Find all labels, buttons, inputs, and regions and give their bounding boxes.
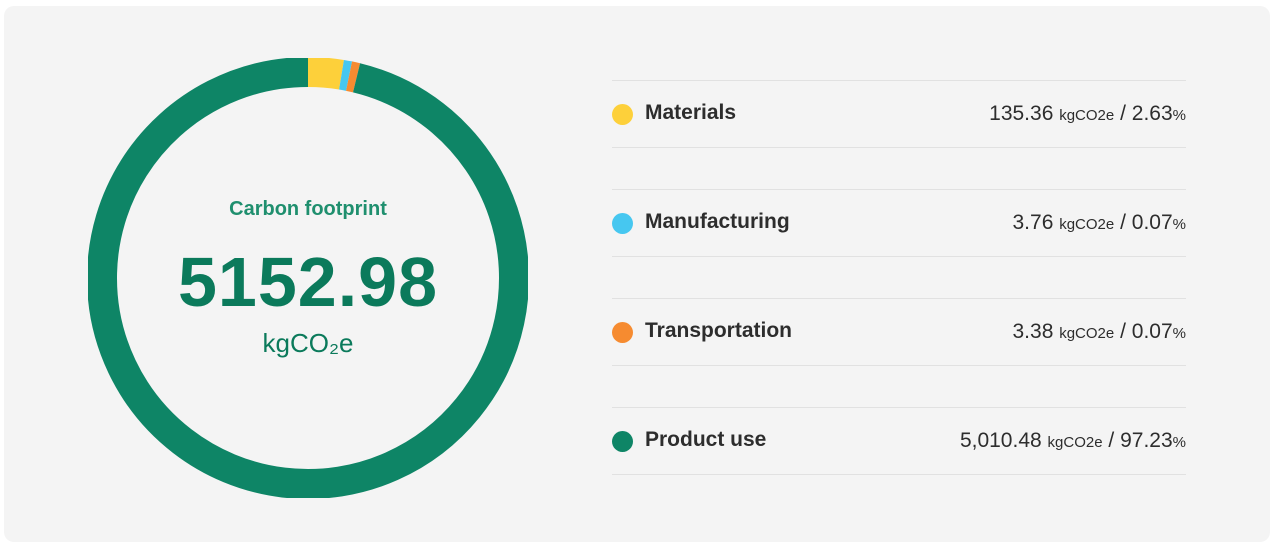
unit: kgCO2e: [1047, 434, 1103, 451]
percent-sign: %: [1172, 216, 1186, 233]
percent-sign: %: [1172, 107, 1186, 124]
donut-slice-manufacturing: [338, 59, 353, 91]
separator: /: [1120, 211, 1126, 234]
donut-slice-materials: [307, 58, 344, 90]
amount: 3.76: [1012, 211, 1054, 234]
amount: 5,010.48: [959, 429, 1042, 452]
amount: 3.38: [1012, 320, 1054, 343]
legend-label: Transportation: [645, 319, 793, 342]
legend-label: Manufacturing: [645, 210, 790, 233]
transportation-color-dot: [612, 322, 633, 343]
percent: 2.63: [1131, 102, 1173, 125]
unit: kgCO2e: [1059, 216, 1115, 233]
legend-row-manufacturing: Manufacturing 3.76 kgCO2e / 0.07%: [612, 189, 1186, 257]
materials-color-dot: [612, 104, 633, 125]
legend-value: 3.76 kgCO2e / 0.07%: [1013, 211, 1187, 235]
percent-sign: %: [1172, 325, 1186, 342]
legend-value: 3.38 kgCO2e / 0.07%: [1013, 320, 1187, 344]
total-unit: kgCO₂e: [262, 328, 354, 358]
donut-slice-transportation: [346, 61, 361, 93]
total-value: 5152.98: [177, 243, 439, 321]
amount: 135.36: [989, 102, 1054, 125]
legend-row-product-use: Product use 5,010.48 kgCO2e / 97.23%: [612, 407, 1186, 475]
separator: /: [1108, 429, 1115, 452]
separator: /: [1120, 320, 1126, 343]
unit: kgCO2e: [1059, 325, 1115, 342]
legend-label: Materials: [645, 101, 737, 124]
chart-title: Carbon footprint: [229, 198, 387, 220]
percent: 0.07: [1131, 211, 1173, 234]
legend-value: 5,010.48 kgCO2e / 97.23%: [960, 429, 1186, 453]
legend-value: 135.36 kgCO2e / 2.63%: [989, 102, 1186, 126]
percent: 0.07: [1131, 320, 1173, 343]
percent: 97.23: [1120, 429, 1173, 452]
separator: /: [1120, 102, 1126, 125]
legend-label: Product use: [645, 428, 767, 451]
product-use-color-dot: [612, 431, 633, 452]
unit: kgCO2e: [1059, 107, 1115, 124]
legend-row-materials: Materials 135.36 kgCO2e / 2.63%: [612, 80, 1186, 148]
percent-sign: %: [1172, 434, 1186, 451]
legend-row-transportation: Transportation 3.38 kgCO2e / 0.07%: [612, 298, 1186, 366]
manufacturing-color-dot: [612, 213, 633, 234]
